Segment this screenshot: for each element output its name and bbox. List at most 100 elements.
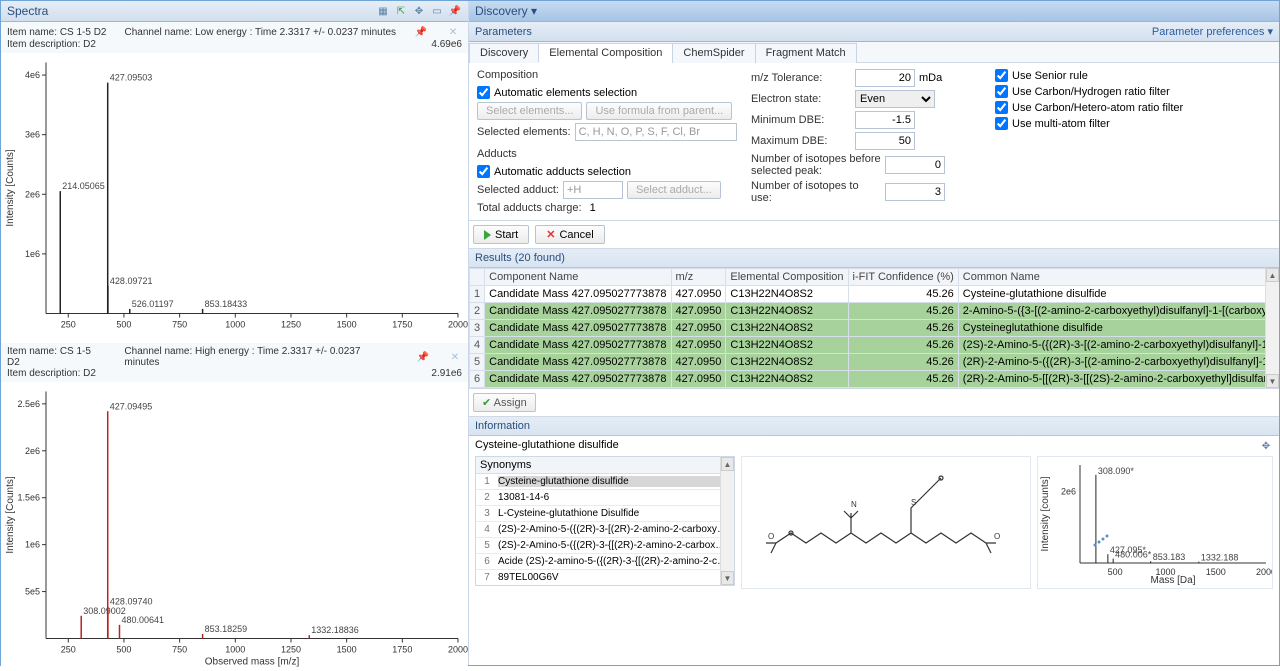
cancel-button[interactable]: ✕Cancel — [535, 225, 604, 244]
list-item[interactable]: 3L-Cysteine-glutathione Disulfide — [476, 506, 734, 522]
svg-text:1000: 1000 — [1155, 567, 1175, 577]
svg-text:Intensity [counts]: Intensity [counts] — [1040, 476, 1051, 551]
niso-before-input[interactable] — [885, 156, 945, 174]
low-energy-chart[interactable]: 250500750100012501500175020001e62e63e64e… — [1, 53, 468, 343]
selected-elements-field — [575, 123, 737, 141]
svg-text:2.5e6: 2.5e6 — [17, 399, 40, 409]
table-row[interactable]: 4Candidate Mass 427.095027773878427.0950… — [470, 337, 1280, 354]
discovery-header[interactable]: Discovery ▾ — [469, 1, 1279, 22]
parameter-preferences[interactable]: Parameter preferences ▾ — [1152, 25, 1273, 38]
min-dbe-input[interactable] — [855, 111, 915, 129]
minimize-icon[interactable]: ▭ — [430, 4, 444, 18]
svg-text:N: N — [851, 500, 857, 509]
start-button[interactable]: Start — [473, 225, 529, 244]
svg-text:500: 500 — [1108, 567, 1123, 577]
table-row[interactable]: 5Candidate Mass 427.095027773878427.0950… — [470, 354, 1280, 371]
svg-text:1000: 1000 — [225, 645, 245, 655]
tab-discovery[interactable]: Discovery — [469, 43, 539, 63]
cancel-icon: ✕ — [546, 228, 555, 241]
table-row[interactable]: 1Candidate Mass 427.095027773878427.0950… — [470, 286, 1280, 303]
select-adduct-button[interactable]: Select adduct... — [627, 181, 721, 199]
svg-text:2e6: 2e6 — [1061, 486, 1076, 496]
results-scrollbar[interactable]: ▲▼ — [1265, 268, 1279, 388]
svg-text:250: 250 — [61, 320, 76, 330]
pin-icon[interactable]: 📌 — [416, 350, 430, 364]
selected-adduct-field — [563, 181, 623, 199]
svg-text:2000: 2000 — [1256, 567, 1272, 577]
svg-text:500: 500 — [116, 645, 131, 655]
information-header: Information — [469, 417, 1279, 436]
svg-text:O: O — [768, 532, 774, 541]
table-row[interactable]: 3Candidate Mass 427.095027773878427.0950… — [470, 320, 1280, 337]
list-item[interactable]: 1Cysteine-glutathione disulfide — [476, 474, 734, 490]
grid-icon[interactable]: ▦ — [376, 4, 390, 18]
spectra-header: Spectra ▦ ⇱ ✥ ▭ 📌 — [1, 1, 468, 22]
tab-chemspider[interactable]: ChemSpider — [672, 43, 755, 63]
ch-ratio-checkbox[interactable]: Use Carbon/Hydrogen ratio filter — [995, 85, 1271, 98]
close-icon[interactable]: ✕ — [448, 350, 462, 364]
parameters-header: Parameters Parameter preferences ▾ — [469, 22, 1279, 42]
svg-text:2e6: 2e6 — [25, 446, 40, 456]
mz-tolerance-input[interactable] — [855, 69, 915, 87]
svg-text:1750: 1750 — [392, 645, 412, 655]
high-energy-chart[interactable]: 250500750100012501500175020005e51e61.5e6… — [1, 382, 468, 668]
svg-text:750: 750 — [172, 320, 187, 330]
svg-text:1250: 1250 — [281, 320, 301, 330]
pin-icon[interactable]: 📌 — [448, 4, 462, 18]
svg-text:2e6: 2e6 — [25, 189, 40, 199]
chart2-ymax: 2.91e6 — [431, 368, 462, 379]
svg-text:480.00641: 480.00641 — [121, 615, 164, 625]
move-icon[interactable]: ✥ — [412, 4, 426, 18]
svg-text:Intensity [Counts]: Intensity [Counts] — [5, 476, 16, 553]
list-item[interactable]: 6Acide (2S)-2-amino-5-({(2R)-3-{[(2R)-2-… — [476, 554, 734, 570]
svg-text:500: 500 — [116, 320, 131, 330]
max-dbe-input[interactable] — [855, 132, 915, 150]
senior-rule-checkbox[interactable]: Use Senior rule — [995, 69, 1271, 82]
table-row[interactable]: 2Candidate Mass 427.095027773878427.0950… — [470, 303, 1280, 320]
auto-adducts-checkbox[interactable]: Automatic adducts selection — [477, 165, 737, 178]
mini-spectrum-chart[interactable]: Intensity [counts]Mass [Da]2e65001000150… — [1037, 456, 1273, 589]
svg-text:853.18433: 853.18433 — [205, 299, 248, 309]
close-icon[interactable]: ✕ — [446, 25, 460, 39]
svg-text:428.09721: 428.09721 — [110, 276, 153, 286]
results-table[interactable]: Component Namem/zElemental Compositioni-… — [469, 268, 1279, 388]
list-item[interactable]: 4(2S)-2-Amino-5-({(2R)-3-[(2R)-2-amino-2… — [476, 522, 734, 538]
svg-text:427.09503: 427.09503 — [110, 73, 153, 83]
play-icon — [484, 230, 491, 240]
auto-elements-checkbox[interactable]: Automatic elements selection — [477, 86, 737, 99]
export-icon[interactable]: ⇱ — [394, 4, 408, 18]
electron-state-select[interactable]: Even — [855, 90, 935, 108]
svg-text:526.01197: 526.01197 — [132, 299, 174, 309]
param-tabs: DiscoveryElemental CompositionChemSpider… — [469, 42, 1279, 63]
cha-ratio-checkbox[interactable]: Use Carbon/Hetero-atom ratio filter — [995, 101, 1271, 114]
list-item[interactable]: 789TEL00G6V — [476, 570, 734, 586]
svg-text:1750: 1750 — [392, 320, 412, 330]
svg-text:1500: 1500 — [337, 645, 357, 655]
svg-text:750: 750 — [172, 645, 187, 655]
move-icon[interactable]: ✥ — [1259, 439, 1273, 453]
svg-text:428.09740: 428.09740 — [110, 597, 153, 607]
results-header: Results (20 found) — [469, 249, 1279, 268]
synonyms-scrollbar[interactable]: ▲▼ — [720, 457, 734, 585]
synonyms-table[interactable]: Synonyms 1Cysteine-glutathione disulfide… — [475, 456, 735, 586]
tab-fragment-match[interactable]: Fragment Match — [755, 43, 857, 63]
svg-text:1500: 1500 — [1206, 567, 1226, 577]
use-formula-button[interactable]: Use formula from parent... — [586, 102, 732, 120]
list-item[interactable]: 5(2S)-2-Amino-5-({(2R)-3-{[(2R)-2-amino-… — [476, 538, 734, 554]
svg-text:2000: 2000 — [448, 645, 468, 655]
structure-view[interactable]: N S O O — [741, 456, 1031, 589]
chart1-ymax: 4.69e6 — [431, 39, 462, 50]
chart2-meta: Item name: CS 1-5 D2 Channel name: High … — [1, 343, 468, 382]
tab-elemental-composition[interactable]: Elemental Composition — [538, 43, 673, 63]
table-row[interactable]: 6Candidate Mass 427.095027773878427.0950… — [470, 371, 1280, 388]
svg-text:5e5: 5e5 — [25, 587, 40, 597]
pin-icon[interactable]: 📌 — [414, 25, 428, 39]
list-item[interactable]: 213081-14-6 — [476, 490, 734, 506]
svg-text:1e6: 1e6 — [25, 540, 40, 550]
svg-text:3e6: 3e6 — [25, 130, 40, 140]
multiatom-checkbox[interactable]: Use multi-atom filter — [995, 117, 1271, 130]
svg-text:427.09495: 427.09495 — [110, 401, 153, 411]
select-elements-button[interactable]: Select elements... — [477, 102, 582, 120]
niso-use-input[interactable] — [885, 183, 945, 201]
assign-button[interactable]: ✔ Assign — [473, 393, 536, 412]
